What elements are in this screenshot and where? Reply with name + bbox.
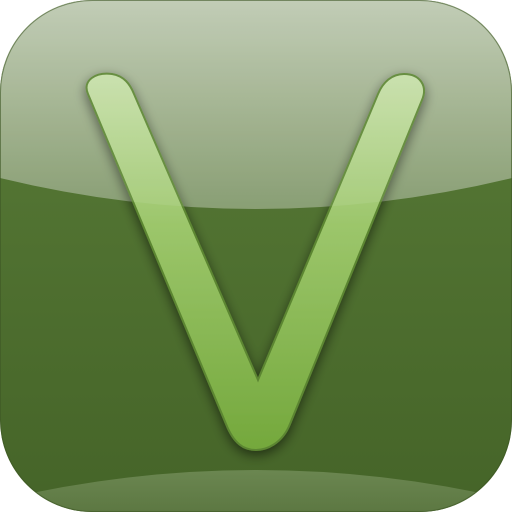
app-icon[interactable]	[0, 0, 512, 512]
app-icon-graphic	[0, 0, 512, 512]
